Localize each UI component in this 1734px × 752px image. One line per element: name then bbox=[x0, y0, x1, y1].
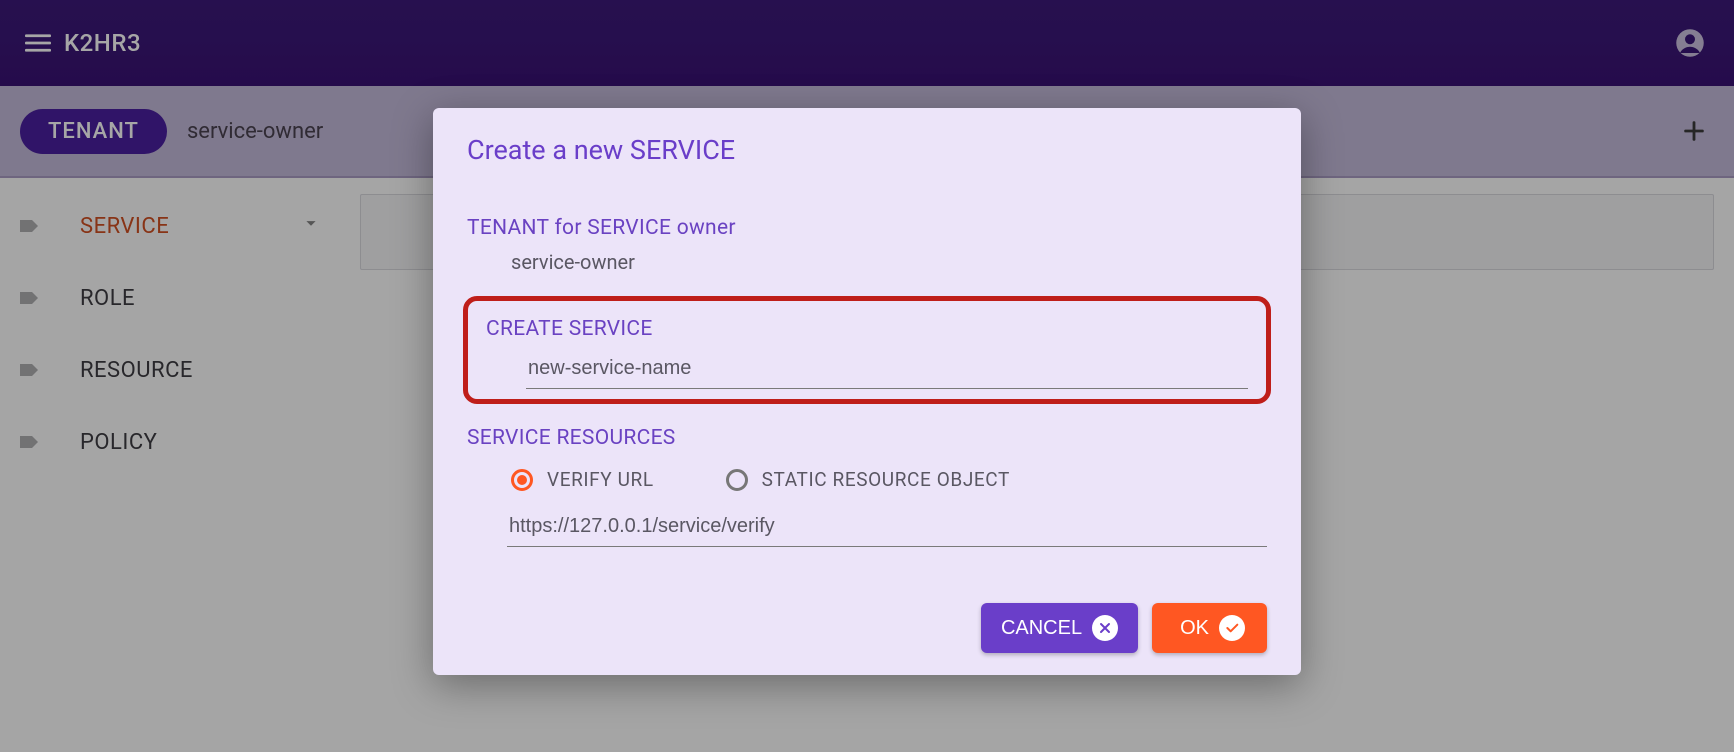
radio-label: STATIC RESOURCE OBJECT bbox=[762, 468, 1010, 491]
radio-static-resource[interactable]: STATIC RESOURCE OBJECT bbox=[726, 468, 1010, 491]
check-icon bbox=[1219, 615, 1245, 641]
tenant-owner-value: service-owner bbox=[511, 250, 1267, 274]
create-service-highlight: CREATE SERVICE bbox=[463, 296, 1271, 404]
radio-icon bbox=[511, 469, 533, 491]
cancel-button[interactable]: CANCEL bbox=[981, 603, 1138, 653]
cancel-button-label: CANCEL bbox=[1001, 617, 1082, 640]
dialog-title: Create a new SERVICE bbox=[467, 134, 1267, 166]
radio-icon bbox=[726, 469, 748, 491]
tenant-section-label: TENANT for SERVICE owner bbox=[467, 216, 1267, 240]
radio-label: VERIFY URL bbox=[547, 468, 654, 491]
create-service-label: CREATE SERVICE bbox=[486, 317, 1248, 341]
radio-verify-url[interactable]: VERIFY URL bbox=[511, 468, 654, 491]
close-icon bbox=[1092, 615, 1118, 641]
resource-type-radio-group: VERIFY URL STATIC RESOURCE OBJECT bbox=[511, 468, 1267, 491]
service-resources-label: SERVICE RESOURCES bbox=[467, 426, 1267, 450]
service-name-input[interactable] bbox=[526, 353, 1248, 389]
create-service-dialog: Create a new SERVICE TENANT for SERVICE … bbox=[433, 108, 1301, 675]
dialog-actions: CANCEL OK bbox=[467, 603, 1267, 653]
verify-url-input[interactable] bbox=[507, 511, 1267, 547]
ok-button-label: OK bbox=[1180, 617, 1209, 640]
ok-button[interactable]: OK bbox=[1152, 603, 1267, 653]
